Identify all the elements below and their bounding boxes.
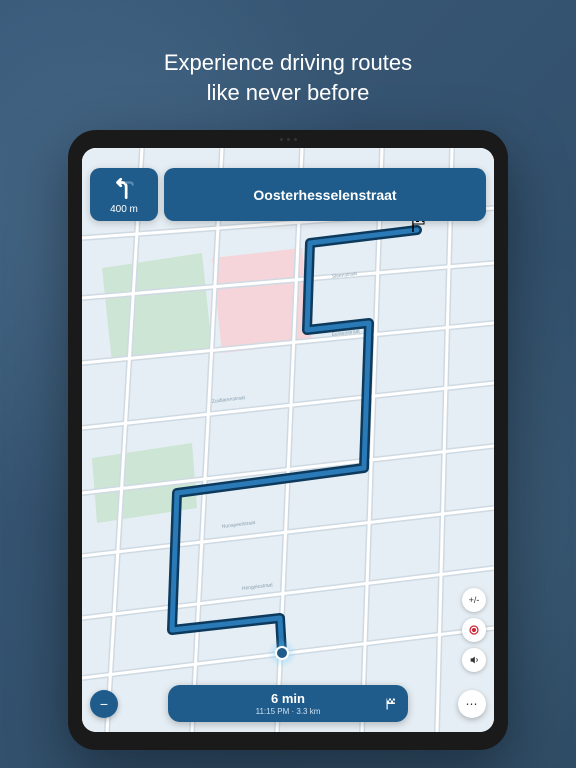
checkered-flag-icon xyxy=(384,697,398,711)
sound-button[interactable] xyxy=(462,648,486,672)
promo-headline: Experience driving routes like never bef… xyxy=(0,48,576,107)
headline-line-2: like never before xyxy=(207,80,370,105)
eta-card[interactable]: 6 min 11:15 PM · 3.3 km xyxy=(168,685,408,722)
zoom-label: +/- xyxy=(469,595,480,605)
record-icon xyxy=(469,625,479,635)
turn-left-icon xyxy=(111,176,137,202)
tablet-frame: Sleenstraat Eextenstraat Zuidlarenstraat… xyxy=(68,130,508,750)
bottom-bar: − 6 min 11:15 PM · 3.3 km ⋯ xyxy=(90,685,486,722)
minimize-button[interactable]: − xyxy=(90,690,118,718)
turn-instruction-card[interactable]: 400 m xyxy=(90,168,158,221)
zoom-button[interactable]: +/- xyxy=(462,588,486,612)
map-controls: +/- xyxy=(462,588,486,672)
turn-distance: 400 m xyxy=(110,204,138,215)
sound-icon xyxy=(469,655,479,665)
navigation-header: 400 m Oosterhesselenstraat xyxy=(90,168,486,221)
street-name-card[interactable]: Oosterhesselenstraat xyxy=(164,168,486,221)
current-location-icon xyxy=(267,638,297,668)
map-canvas[interactable]: Sleenstraat Eextenstraat Zuidlarenstraat… xyxy=(82,148,494,732)
tablet-camera xyxy=(268,138,308,142)
eta-details: 11:15 PM · 3.3 km xyxy=(180,707,396,716)
record-button[interactable] xyxy=(462,618,486,642)
menu-icon: ⋯ xyxy=(466,697,479,711)
headline-line-1: Experience driving routes xyxy=(164,50,412,75)
device-screen: Sleenstraat Eextenstraat Zuidlarenstraat… xyxy=(82,148,494,732)
minimize-label: − xyxy=(100,696,108,712)
eta-duration: 6 min xyxy=(180,691,396,706)
street-name: Oosterhesselenstraat xyxy=(253,187,396,203)
menu-button[interactable]: ⋯ xyxy=(458,690,486,718)
